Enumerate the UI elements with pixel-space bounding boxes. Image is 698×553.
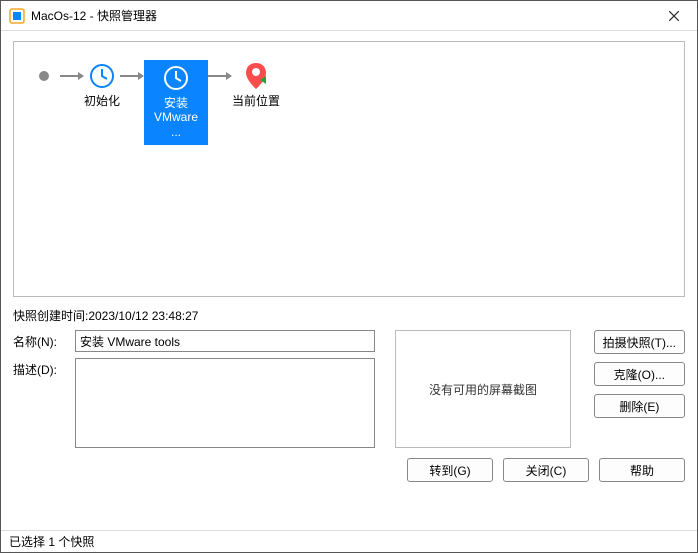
arrow-icon — [60, 60, 84, 92]
help-button[interactable]: 帮助 — [599, 458, 685, 482]
screenshot-preview: 没有可用的屏幕截图 — [395, 330, 571, 448]
close-icon — [669, 11, 679, 21]
timeline-start[interactable] — [28, 60, 60, 92]
app-icon — [9, 8, 25, 24]
snapshot-details: 快照创建时间:2023/10/12 23:48:27 名称(N): 描述(D):… — [13, 303, 685, 448]
current-position-node[interactable]: 当前位置 — [232, 60, 280, 108]
details-form: 名称(N): 描述(D): — [13, 330, 375, 448]
created-time-label: 快照创建时间:2023/10/12 23:48:27 — [13, 303, 685, 330]
description-input[interactable] — [75, 358, 375, 448]
titlebar: MacOs-12 - 快照管理器 — [1, 1, 697, 31]
description-label: 描述(D): — [13, 358, 69, 378]
name-input[interactable] — [75, 330, 375, 352]
snapshot-node-selected[interactable]: 安装 VMware ... — [144, 60, 208, 145]
side-actions: 拍摄快照(T)... 克隆(O)... 删除(E) — [594, 330, 685, 448]
clock-icon — [88, 62, 116, 90]
status-text: 已选择 1 个快照 — [9, 533, 94, 550]
close-button[interactable] — [659, 2, 689, 30]
close-dialog-button[interactable]: 关闭(C) — [503, 458, 589, 482]
content-area: 初始化 安装 VMware ... — [1, 31, 697, 530]
dot-icon — [39, 71, 49, 81]
pin-icon — [245, 62, 267, 90]
snapshot-label: 安装 VMware ... — [146, 96, 206, 143]
snapshot-label: 初始化 — [84, 94, 120, 108]
bottom-actions: 转到(G) 关闭(C) 帮助 — [13, 448, 685, 486]
snapshot-timeline: 初始化 安装 VMware ... — [13, 41, 685, 297]
clock-icon — [162, 64, 190, 92]
window-title: MacOs-12 - 快照管理器 — [31, 7, 659, 24]
current-label: 当前位置 — [232, 94, 280, 108]
snapshot-node[interactable]: 初始化 — [84, 60, 120, 108]
clone-button[interactable]: 克隆(O)... — [594, 362, 685, 386]
status-bar: 已选择 1 个快照 — [1, 530, 697, 552]
name-label: 名称(N): — [13, 330, 69, 350]
arrow-icon — [120, 60, 144, 92]
take-snapshot-button[interactable]: 拍摄快照(T)... — [594, 330, 685, 354]
preview-text: 没有可用的屏幕截图 — [429, 381, 537, 398]
arrow-icon — [208, 60, 232, 92]
delete-button[interactable]: 删除(E) — [594, 394, 685, 418]
goto-button[interactable]: 转到(G) — [407, 458, 493, 482]
